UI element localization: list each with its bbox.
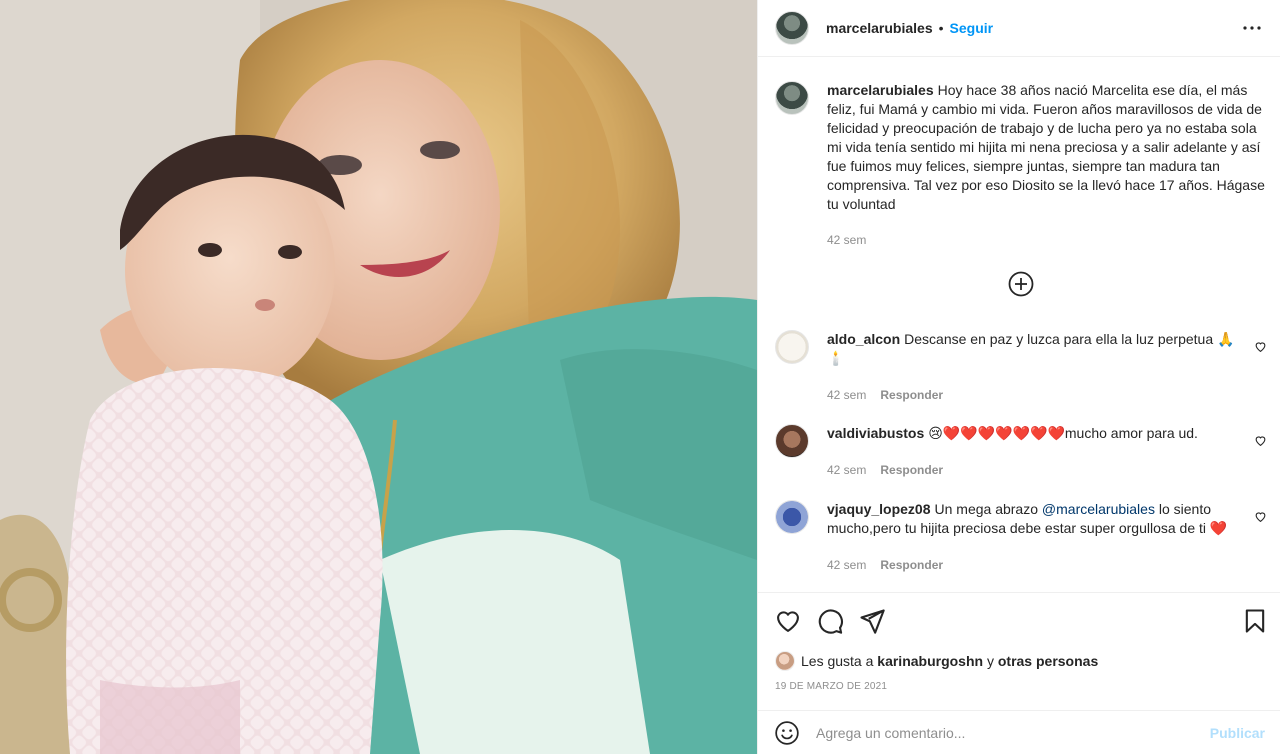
- header-separator: •: [938, 20, 944, 36]
- likes-summary: Les gusta a karinaburgoshn y otras perso…: [775, 651, 1098, 671]
- post-date[interactable]: 19 DE MARZO DE 2021: [775, 681, 887, 692]
- post-actions: Les gusta a karinaburgoshn y otras perso…: [758, 592, 1280, 710]
- author-avatar[interactable]: [775, 11, 809, 45]
- comment-text: 😢❤️❤️❤️❤️❤️❤️❤️mucho amor para ud.: [928, 425, 1198, 441]
- commenter-avatar[interactable]: [775, 330, 809, 364]
- more-options-icon[interactable]: [1240, 16, 1264, 40]
- post-photo-illustration: [0, 0, 757, 754]
- post-header: marcelarubiales • Seguir: [758, 0, 1280, 57]
- comment-time[interactable]: 42 sem: [827, 386, 866, 405]
- caption-text: Hoy hace 38 años nació Marcelita ese día…: [827, 82, 1265, 212]
- comment-username[interactable]: valdiviabustos: [827, 425, 924, 441]
- heart-icon[interactable]: [774, 607, 802, 635]
- post-photo[interactable]: [0, 0, 757, 754]
- author-username[interactable]: marcelarubiales: [826, 20, 933, 36]
- reply-button[interactable]: Responder: [880, 386, 943, 405]
- liker-username[interactable]: karinaburgoshn: [877, 653, 983, 669]
- comment-username[interactable]: aldo_alcon: [827, 331, 900, 347]
- add-comment-icon[interactable]: [1008, 271, 1034, 297]
- commenter-avatar[interactable]: [775, 500, 809, 534]
- like-comment-heart-icon[interactable]: [1254, 434, 1267, 447]
- comments-list[interactable]: marcelarubiales Hoy hace 38 años nació Ma…: [758, 57, 1280, 592]
- other-likers-link[interactable]: otras personas: [998, 653, 1098, 669]
- commenter-avatar[interactable]: [775, 424, 809, 458]
- comment-username[interactable]: vjaquy_lopez08: [827, 501, 931, 517]
- comment-input[interactable]: [816, 724, 1210, 741]
- reply-button[interactable]: Responder: [880, 556, 943, 575]
- emoji-icon[interactable]: [774, 720, 800, 746]
- like-comment-heart-icon[interactable]: [1254, 510, 1267, 523]
- post-sidebar: marcelarubiales • Seguir marcelarubiales…: [757, 0, 1280, 754]
- comment-item: valdiviabustos 😢❤️❤️❤️❤️❤️❤️❤️mucho amor …: [775, 424, 1267, 480]
- comment-item: vjaquy_lopez08 Un mega abrazo @marcelarub…: [775, 500, 1267, 575]
- like-comment-heart-icon[interactable]: [1254, 340, 1267, 353]
- caption-author-avatar[interactable]: [775, 81, 809, 115]
- reply-button[interactable]: Responder: [880, 461, 943, 480]
- comment-mention-link[interactable]: @marcelarubiales: [1042, 501, 1155, 517]
- share-icon[interactable]: [858, 607, 886, 635]
- post-caption: marcelarubiales Hoy hace 38 años nació Ma…: [775, 81, 1267, 250]
- follow-button[interactable]: Seguir: [950, 20, 994, 36]
- comment-time[interactable]: 42 sem: [827, 556, 866, 575]
- comment-icon[interactable]: [816, 607, 844, 635]
- caption-time[interactable]: 42 sem: [827, 231, 866, 250]
- comment-text-before: Un mega abrazo: [934, 501, 1039, 517]
- bookmark-icon[interactable]: [1241, 607, 1269, 635]
- likes-prefix: Les gusta a: [801, 653, 874, 669]
- comment-composer: Publicar: [758, 710, 1280, 754]
- comment-time[interactable]: 42 sem: [827, 461, 866, 480]
- likes-conjunction: y: [986, 653, 994, 669]
- comment-item: aldo_alcon Descanse en paz y luzca para e…: [775, 330, 1267, 405]
- publish-button[interactable]: Publicar: [1210, 725, 1265, 741]
- caption-username[interactable]: marcelarubiales: [827, 82, 934, 98]
- liker-avatar[interactable]: [775, 651, 795, 671]
